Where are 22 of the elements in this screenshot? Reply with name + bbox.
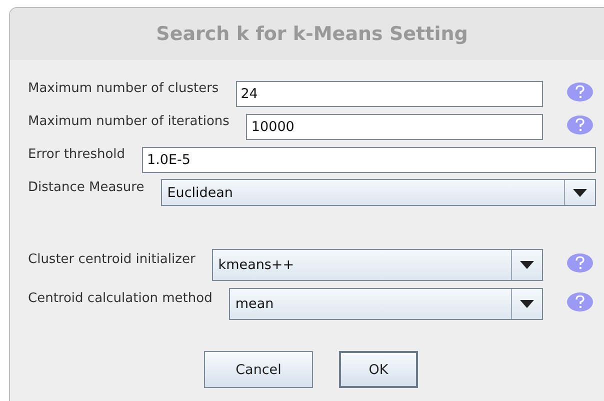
dropdown[interactable]: kmeans++: [212, 248, 543, 280]
dialog-button[interactable]: OK: [339, 351, 418, 388]
dialog-button[interactable]: Cancel: [204, 351, 313, 388]
field-label: Maximum number of clusters: [28, 81, 219, 96]
dropdown[interactable]: mean: [229, 288, 543, 320]
caret-icon: [520, 300, 534, 308]
caret-icon: [520, 260, 534, 268]
field-label: Maximum number of iterations: [28, 114, 230, 129]
text-field[interactable]: 24: [236, 80, 543, 106]
dropdown[interactable]: Euclidean: [161, 179, 596, 206]
field-label: Centroid calculation method: [28, 291, 212, 306]
field-label: Error threshold: [28, 147, 126, 162]
help-icon[interactable]: [566, 82, 594, 102]
help-icon[interactable]: [566, 292, 594, 312]
help-icon[interactable]: [566, 114, 594, 134]
help-icon[interactable]: [566, 252, 594, 272]
text-field[interactable]: 10000: [246, 114, 543, 140]
dialog-title: Search k for k-Means Setting: [156, 23, 468, 45]
caret-icon: [573, 188, 587, 196]
text-field[interactable]: 1.0E-5: [142, 146, 596, 172]
field-label: Cluster centroid initializer: [28, 252, 196, 267]
field-label: Distance Measure: [28, 180, 144, 195]
